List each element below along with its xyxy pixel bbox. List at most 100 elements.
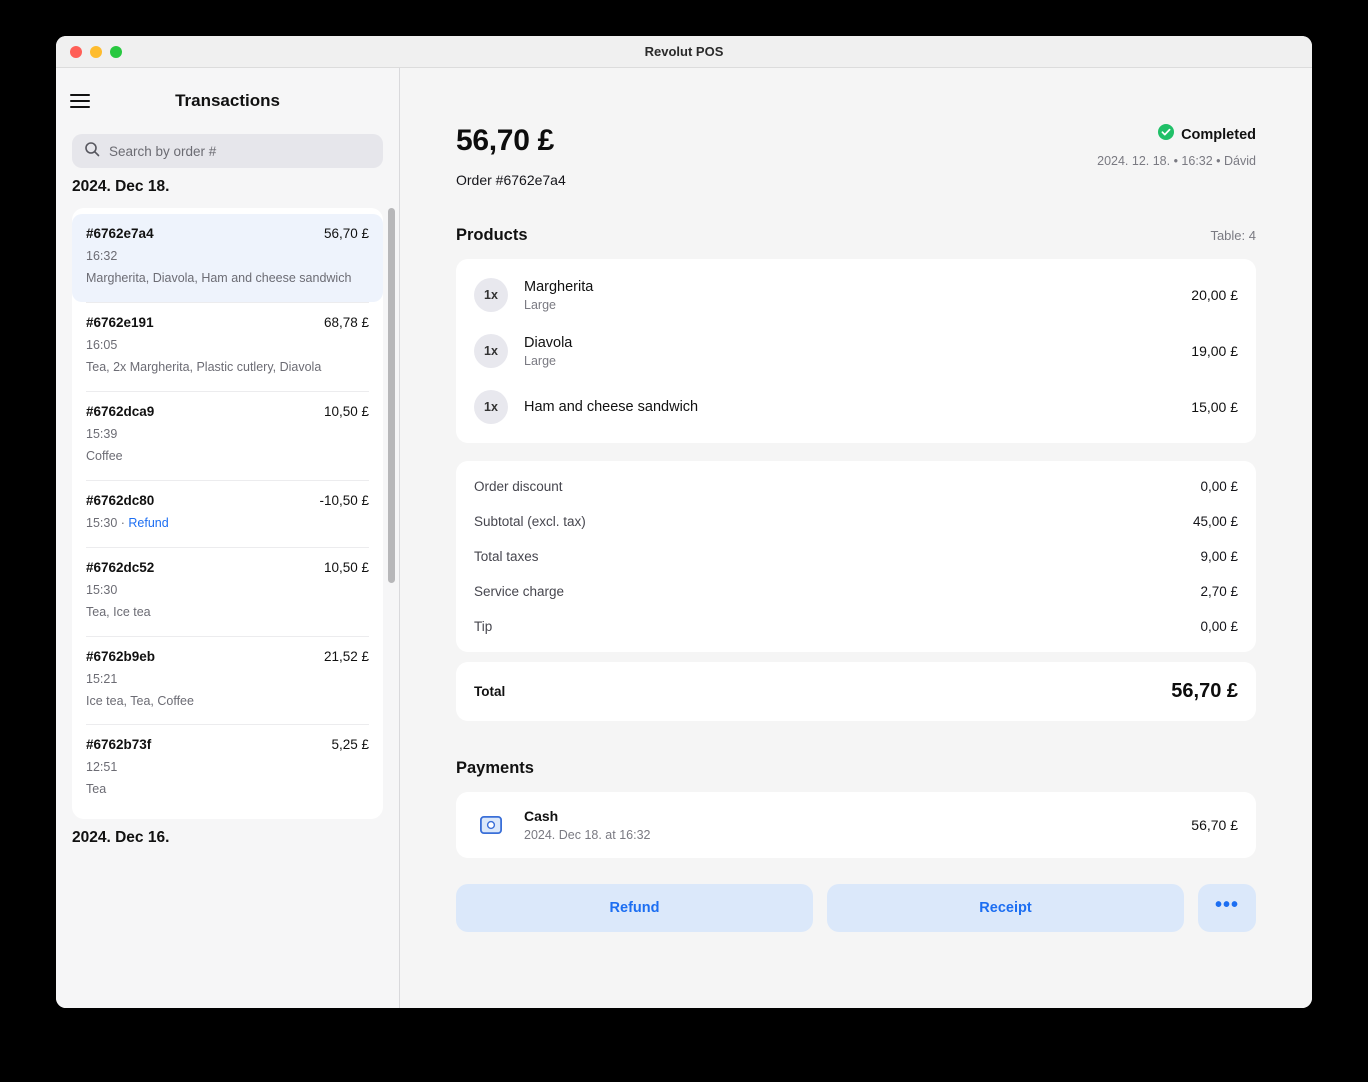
grand-total-label: Total: [474, 684, 506, 699]
status-badge: Completed: [1181, 126, 1256, 143]
transaction-items: Ice tea, Tea, Coffee: [86, 693, 194, 708]
transaction-id: #6762b73f: [86, 737, 152, 753]
transaction-items: Tea, Ice tea: [86, 604, 151, 619]
cash-icon: [474, 816, 508, 834]
receipt-button[interactable]: Receipt: [827, 884, 1184, 932]
product-row[interactable]: 1x Ham and cheese sandwich 15,00 £: [456, 379, 1256, 435]
transaction-id: #6762dc80: [86, 492, 155, 508]
product-name: Diavola: [524, 334, 573, 351]
products-section-header: Products Table: 4: [456, 226, 1256, 245]
order-meta: 2024. 12. 18. • 16:32 • Dávid: [1097, 154, 1256, 168]
more-options-button[interactable]: •••: [1198, 884, 1256, 932]
transaction-amount: 56,70 £: [323, 226, 369, 241]
transaction-time-value: 15:30: [86, 515, 118, 530]
traffic-lights: [70, 45, 122, 58]
product-quantity: 1x: [474, 390, 508, 424]
total-value: 45,00 £: [1192, 514, 1238, 529]
total-row: Subtotal (excl. tax) 45,00 £: [456, 504, 1256, 539]
product-row[interactable]: 1x Diavola Large 19,00 £: [456, 323, 1256, 379]
list-item[interactable]: #6762b9eb 21,52 £ 15:21 Ice tea, Tea, Co…: [72, 637, 383, 725]
total-value: 9,00 £: [1200, 549, 1238, 564]
order-header: 56,70 £ Order #6762e7a4 Completed 2024. …: [456, 124, 1256, 188]
window-title: Revolut POS: [644, 44, 724, 59]
day-header: 2024. Dec 18.: [72, 178, 170, 195]
minimize-button[interactable]: [90, 45, 102, 58]
product-price: 19,00 £: [1191, 343, 1238, 359]
order-status-block: Completed 2024. 12. 18. • 16:32 • Dávid: [1097, 124, 1256, 168]
product-variant: Large: [524, 297, 556, 312]
payments-section-header: Payments: [456, 759, 1256, 778]
transactions-scroll-area[interactable]: 2024. Dec 18. #6762e7a4 56,70 £ 16:32 Ma…: [56, 168, 399, 1008]
total-row: Total taxes 9,00 £: [456, 539, 1256, 574]
title-bar: Revolut POS: [56, 36, 1312, 68]
total-value: 0,00 £: [1200, 619, 1238, 634]
hamburger-icon[interactable]: [70, 94, 90, 108]
transaction-time: 15:21: [86, 671, 118, 686]
sidebar-title: Transactions: [175, 91, 280, 110]
transaction-time: 15:39: [86, 426, 118, 441]
payments-card: Cash 2024. Dec 18. at 16:32 56,70 £: [456, 792, 1256, 858]
list-item[interactable]: #6762b73f 5,25 £ 12:51 Tea: [72, 725, 383, 813]
transaction-id: #6762e191: [86, 314, 154, 330]
transaction-time: 16:05: [86, 337, 118, 352]
list-item[interactable]: #6762dc52 10,50 £ 15:30 Tea, Ice tea: [72, 548, 383, 636]
list-item[interactable]: #6762e191 68,78 £ 16:05 Tea, 2x Margheri…: [72, 303, 383, 391]
product-name: Ham and cheese sandwich: [524, 399, 699, 415]
transaction-id: #6762dc52: [86, 559, 155, 575]
table-label: Table: 4: [1210, 228, 1256, 243]
total-label: Subtotal (excl. tax): [474, 514, 586, 529]
product-row[interactable]: 1x Margherita Large 20,00 £: [456, 267, 1256, 323]
transaction-items: Tea, 2x Margherita, Plastic cutlery, Dia…: [86, 359, 322, 374]
section-title-payments: Payments: [456, 759, 534, 777]
zoom-button[interactable]: [110, 45, 122, 58]
refund-button[interactable]: Refund: [456, 884, 813, 932]
product-quantity: 1x: [474, 278, 508, 312]
total-label: Service charge: [474, 584, 565, 599]
list-item[interactable]: #6762e7a4 56,70 £ 16:32 Margherita, Diav…: [72, 214, 383, 302]
transaction-time: 12:51: [86, 760, 118, 775]
transaction-time: 15:30 · Refund: [86, 516, 369, 530]
total-label: Total taxes: [474, 549, 539, 564]
transaction-amount: 10,50 £: [323, 559, 369, 575]
app-window: Revolut POS Transactions Search by order…: [56, 36, 1312, 1008]
check-circle-icon: [1158, 124, 1175, 145]
total-label: Order discount: [474, 479, 563, 494]
transaction-items: Tea: [86, 782, 107, 797]
grand-total-card: Total 56,70 £: [456, 662, 1256, 721]
transaction-amount: -10,50 £: [319, 492, 369, 508]
sidebar-scrollbar[interactable]: [388, 208, 395, 583]
payment-amount: 56,70 £: [1191, 817, 1238, 833]
sidebar-header: Transactions: [56, 68, 399, 134]
payment-row[interactable]: Cash 2024. Dec 18. at 16:32 56,70 £: [456, 792, 1256, 858]
order-number: Order #6762e7a4: [456, 172, 566, 188]
total-value: 0,00 £: [1200, 479, 1238, 494]
app-body: Transactions 2024. Dec 18. #6762e7a4: [56, 68, 1312, 1008]
transaction-amount: 68,78 £: [323, 314, 369, 330]
transaction-group-card: #6762e7a4 56,70 £ 16:32 Margherita, Diav…: [72, 208, 383, 820]
product-name: Margherita: [524, 278, 594, 295]
totals-card: Order discount 0,00 £ Subtotal (excl. ta…: [456, 461, 1256, 652]
transaction-amount: 10,50 £: [323, 403, 369, 419]
list-item[interactable]: #6762dca9 10,50 £ 15:39 Coffee: [72, 392, 383, 480]
refund-tag[interactable]: Refund: [128, 516, 168, 530]
search-bar[interactable]: [72, 134, 383, 168]
total-row: Service charge 2,70 £: [456, 574, 1256, 609]
close-button[interactable]: [70, 45, 82, 58]
order-summary: 56,70 £ Order #6762e7a4: [456, 124, 566, 188]
transaction-time: 16:32: [86, 249, 118, 263]
search-input[interactable]: [109, 143, 371, 159]
payment-date: 2024. Dec 18. at 16:32: [524, 828, 651, 842]
transaction-id: #6762e7a4: [86, 226, 154, 241]
order-detail-panel: 56,70 £ Order #6762e7a4 Completed 2024. …: [400, 68, 1312, 1008]
search-icon: [84, 141, 100, 162]
total-row: Order discount 0,00 £: [456, 469, 1256, 504]
day-header: 2024. Dec 16.: [72, 829, 170, 847]
product-variant: Large: [524, 353, 556, 368]
payment-method: Cash: [524, 808, 559, 824]
transactions-sidebar: Transactions 2024. Dec 18. #6762e7a4: [56, 68, 400, 1008]
products-card: 1x Margherita Large 20,00 £ 1x Diavola L…: [456, 259, 1256, 443]
transaction-amount: 5,25 £: [331, 737, 369, 753]
grand-total-value: 56,70 £: [1171, 680, 1238, 702]
section-title-products: Products: [456, 226, 528, 244]
list-item[interactable]: #6762dc80 -10,50 £ 15:30 · Refund: [72, 481, 383, 547]
